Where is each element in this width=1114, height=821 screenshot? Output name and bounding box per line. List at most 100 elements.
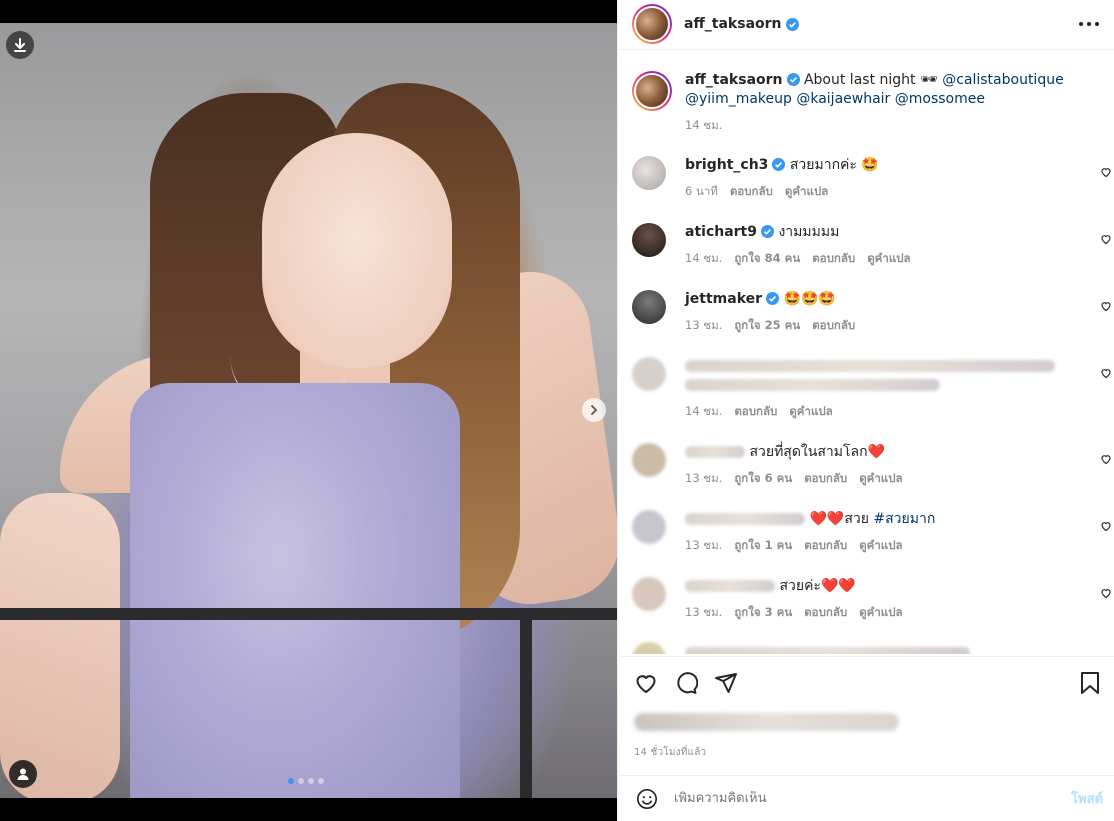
- comment-like-icon[interactable]: [1100, 520, 1112, 532]
- comment-text: ❤️❤️สวย #สวยมาก: [685, 510, 1080, 529]
- see-translation-button[interactable]: ดูคำแปล: [859, 537, 902, 555]
- comment-username[interactable]: atichart9: [685, 224, 757, 240]
- commenter-avatar[interactable]: [632, 642, 666, 654]
- commenter-avatar[interactable]: [632, 357, 666, 391]
- comment-meta: 6 นาที ตอบกลับ ดูคำแปล: [685, 183, 1080, 201]
- comment-body: jettmaker 🤩🤩🤩 13 ชม. ถูกใจ 25 คน ตอบกลับ: [685, 290, 1080, 335]
- comment-time[interactable]: 13 ชม.: [685, 604, 722, 622]
- comment-time[interactable]: 14 ชม.: [685, 250, 722, 268]
- blurred-username: [685, 446, 745, 458]
- comment-meta: 13 ชม. ถูกใจ 6 คน ตอบกลับ ดูคำแปล: [685, 470, 1080, 488]
- caption-mention[interactable]: @calistaboutique: [942, 72, 1064, 88]
- comment-time[interactable]: 14 ชม.: [685, 403, 722, 421]
- comment-time[interactable]: 13 ชม.: [685, 537, 722, 555]
- comment-meta: 13 ชม. ถูกใจ 1 คน ตอบกลับ ดูคำแปล: [685, 537, 1080, 555]
- carousel-dot: [318, 778, 324, 784]
- download-button[interactable]: [6, 31, 34, 59]
- comment-like-icon[interactable]: [1100, 453, 1112, 465]
- comment-likes-count[interactable]: ถูกใจ 84 คน: [734, 250, 800, 268]
- see-translation-button[interactable]: ดูคำแปล: [859, 604, 902, 622]
- commenter-avatar[interactable]: [632, 443, 666, 477]
- comment-text: สวยค่ะ❤️❤️: [685, 577, 1080, 596]
- reply-button[interactable]: ตอบกลับ: [730, 183, 773, 201]
- comment-like-icon[interactable]: [1100, 233, 1112, 245]
- see-translation-button[interactable]: ดูคำแปล: [785, 183, 828, 201]
- reply-button[interactable]: ตอบกลับ: [804, 604, 847, 622]
- commenter-avatar[interactable]: [632, 510, 666, 544]
- commenter-avatar[interactable]: [632, 290, 666, 324]
- post-photo[interactable]: [0, 23, 617, 798]
- blurred-text: [685, 379, 940, 391]
- comment-hashtag[interactable]: #สวยมาก: [873, 511, 935, 527]
- caption-body: aff_taksaorn About last night 🕶 @calista…: [685, 71, 1080, 135]
- post-header: aff_taksaorn: [618, 0, 1114, 48]
- verified-badge-icon: [761, 225, 774, 238]
- comment-time[interactable]: 13 ชม.: [685, 470, 722, 488]
- caption-meta: 14 ชม.: [685, 117, 1080, 135]
- caption-author-avatar[interactable]: [632, 71, 672, 111]
- blurred-text: [685, 360, 1055, 372]
- comment-message: สวยค่ะ❤️❤️: [779, 578, 856, 594]
- carousel-next-button[interactable]: [582, 398, 606, 422]
- download-icon: [14, 38, 26, 52]
- comment-likes-count[interactable]: ถูกใจ 1 คน: [734, 537, 792, 555]
- comment-time[interactable]: 13 ชม.: [685, 317, 722, 335]
- post-side-panel: aff_taksaorn aff_taksaorn About last nig…: [617, 0, 1114, 821]
- post-timestamp[interactable]: 14 ชั่วโมงที่แล้ว: [634, 745, 706, 760]
- verified-badge-icon: [785, 17, 799, 31]
- comment-time[interactable]: 6 นาที: [685, 183, 718, 201]
- comment-likes-count[interactable]: ถูกใจ 3 คน: [734, 604, 792, 622]
- author-username[interactable]: aff_taksaorn: [684, 16, 782, 32]
- comment-username[interactable]: jettmaker: [685, 291, 762, 307]
- reply-button[interactable]: ตอบกลับ: [812, 317, 855, 335]
- comment-like-icon[interactable]: [1100, 166, 1112, 178]
- see-translation-button[interactable]: ดูคำแปล: [867, 250, 910, 268]
- heart-icon[interactable]: [634, 671, 658, 695]
- comment-meta: 14 ชม. ตอบกลับ ดูคำแปล: [685, 403, 1080, 421]
- comment-like-icon[interactable]: [1100, 367, 1112, 379]
- reply-button[interactable]: ตอบกลับ: [734, 403, 777, 421]
- likes-summary-blurred[interactable]: [634, 713, 899, 731]
- see-translation-button[interactable]: ดูคำแปล: [859, 470, 902, 488]
- commenter-avatar[interactable]: [632, 156, 666, 190]
- caption-time[interactable]: 14 ชม.: [685, 117, 722, 135]
- caption-mentions[interactable]: @yiim_makeup @kaijaewhair @mossomee: [685, 91, 985, 107]
- user-tag-icon: [17, 768, 29, 780]
- photo-dress: [130, 383, 460, 798]
- send-icon[interactable]: [714, 671, 738, 695]
- commenter-avatar[interactable]: [632, 577, 666, 611]
- emoji-icon[interactable]: [636, 788, 658, 810]
- comment-message: ❤️❤️สวย: [809, 511, 869, 527]
- post-comment-button[interactable]: โพสต์: [1071, 788, 1103, 809]
- comment-text: สวยที่สุดในสามโลก❤️: [685, 443, 1080, 462]
- reply-button[interactable]: ตอบกลับ: [812, 250, 855, 268]
- reply-button[interactable]: ตอบกลับ: [804, 470, 847, 488]
- comment-like-icon[interactable]: [1100, 300, 1112, 312]
- author-avatar[interactable]: [632, 4, 672, 44]
- user-tags-button[interactable]: [9, 760, 37, 788]
- comment-like-icon[interactable]: [1100, 587, 1112, 599]
- comment-body: [685, 642, 1080, 654]
- bookmark-icon[interactable]: [1079, 671, 1101, 695]
- see-translation-button[interactable]: ดูคำแปล: [789, 403, 832, 421]
- comment-icon[interactable]: [674, 671, 698, 695]
- comment-message: สวยที่สุดในสามโลก❤️: [749, 444, 885, 460]
- comment-body: bright_ch3 สวยมากค่ะ 🤩 6 นาที ตอบกลับ ดู…: [685, 156, 1080, 201]
- action-icons: [634, 671, 738, 695]
- reply-button[interactable]: ตอบกลับ: [804, 537, 847, 555]
- comment-body: ❤️❤️สวย #สวยมาก 13 ชม. ถูกใจ 1 คน ตอบกลั…: [685, 510, 1080, 555]
- comment-likes-count[interactable]: ถูกใจ 6 คน: [734, 470, 792, 488]
- verified-badge-icon: [766, 292, 780, 305]
- comment-username[interactable]: bright_ch3: [685, 157, 768, 173]
- photo-railing: [0, 608, 617, 620]
- chevron-right-icon: [591, 405, 598, 415]
- comment-input[interactable]: [674, 791, 1034, 806]
- more-options-button[interactable]: [1079, 16, 1099, 32]
- caption-username[interactable]: aff_taksaorn: [685, 72, 783, 88]
- photo-face: [262, 133, 452, 368]
- comment-likes-count[interactable]: ถูกใจ 25 คน: [734, 317, 800, 335]
- commenter-avatar[interactable]: [632, 223, 666, 257]
- comments-list[interactable]: aff_taksaorn About last night 🕶 @calista…: [618, 49, 1114, 654]
- comment-body: atichart9 งามมมมม 14 ชม. ถูกใจ 84 คน ตอบ…: [685, 223, 1080, 268]
- comment-text: [685, 357, 1080, 395]
